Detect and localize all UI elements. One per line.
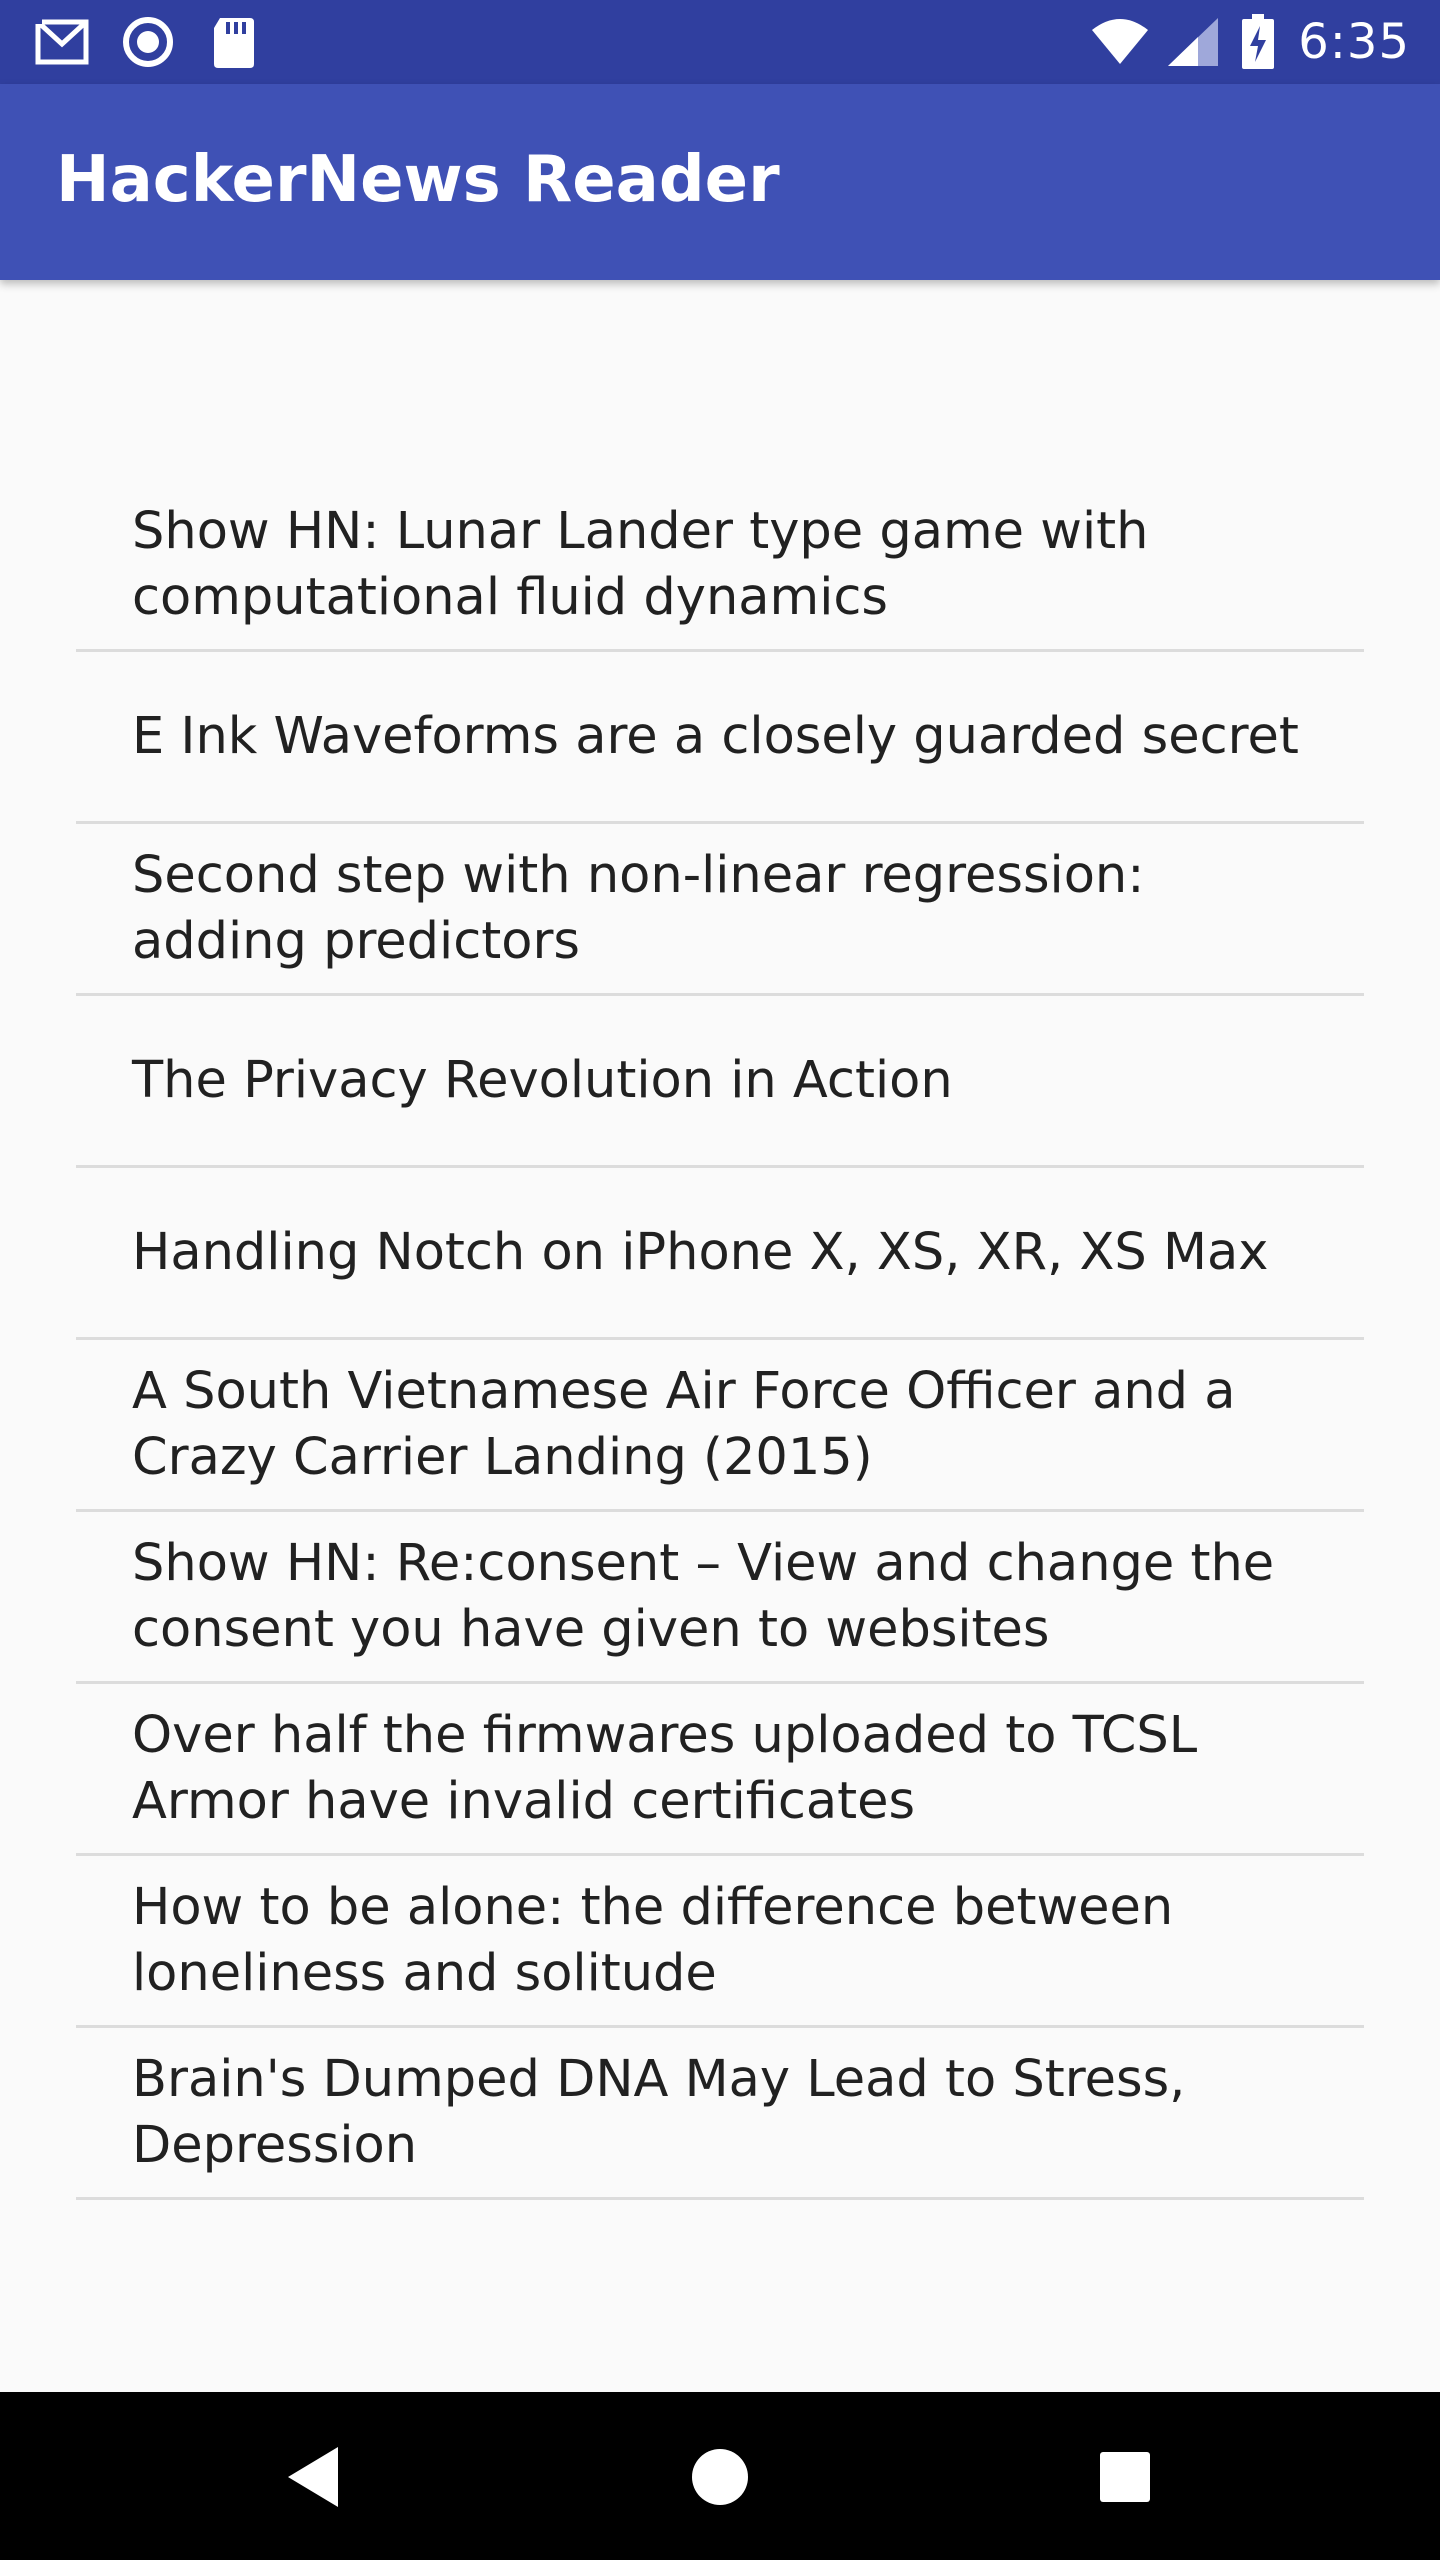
story-list-item[interactable]: A South Vietnamese Air Force Officer and… (76, 1340, 1364, 1512)
sync-icon (118, 14, 178, 70)
app-bar: HackerNews Reader (0, 84, 1440, 280)
story-title: Show HN: Re:consent – View and change th… (132, 1533, 1275, 1659)
story-list-item[interactable]: Show HN: Re:consent – View and change th… (76, 1512, 1364, 1684)
story-list-item[interactable]: The Privacy Revolution in Action (76, 996, 1364, 1168)
story-title: The Privacy Revolution in Action (132, 1050, 953, 1110)
navigation-bar (0, 2392, 1440, 2560)
story-list: Show HN: Lunar Lander type game with com… (76, 480, 1364, 2200)
story-title: Over half the firmwares uploaded to TCSL… (132, 1705, 1198, 1831)
status-time: 6:35 (1298, 14, 1410, 70)
story-list-item[interactable]: Handling Notch on iPhone X, XS, XR, XS M… (76, 1168, 1364, 1340)
story-list-item[interactable]: Brain's Dumped DNA May Lead to Stress, D… (76, 2028, 1364, 2200)
home-icon[interactable] (675, 2432, 765, 2522)
story-title: How to be alone: the difference between … (132, 1877, 1174, 2003)
wifi-icon (1090, 14, 1150, 70)
battery-charging-icon (1238, 14, 1278, 70)
story-list-item[interactable]: Show HN: Lunar Lander type game with com… (76, 480, 1364, 652)
status-bar: 6:35 (0, 0, 1440, 84)
cell-signal-icon (1164, 14, 1224, 70)
story-title: E Ink Waveforms are a closely guarded se… (132, 706, 1299, 766)
notification-icons (32, 14, 264, 70)
story-list-item[interactable]: How to be alone: the difference between … (76, 1856, 1364, 2028)
gmail-icon (32, 14, 92, 70)
story-title: Handling Notch on iPhone X, XS, XR, XS M… (132, 1222, 1269, 1282)
recents-icon[interactable] (1080, 2432, 1170, 2522)
system-status: 6:35 (1090, 10, 1410, 74)
story-title: Show HN: Lunar Lander type game with com… (132, 501, 1149, 627)
back-icon[interactable] (270, 2432, 360, 2522)
sd-card-icon (204, 14, 264, 70)
screen: 6:35 HackerNews Reader Show HN: Lunar La… (0, 0, 1440, 2560)
story-list-item[interactable]: Over half the firmwares uploaded to TCSL… (76, 1684, 1364, 1856)
story-list-item[interactable]: Second step with non-linear regression: … (76, 824, 1364, 996)
story-list-item[interactable]: E Ink Waveforms are a closely guarded se… (76, 652, 1364, 824)
story-title: A South Vietnamese Air Force Officer and… (132, 1361, 1236, 1487)
story-title: Second step with non-linear regression: … (132, 845, 1145, 971)
app-title: HackerNews Reader (56, 143, 780, 217)
story-title: Brain's Dumped DNA May Lead to Stress, D… (132, 2049, 1186, 2175)
